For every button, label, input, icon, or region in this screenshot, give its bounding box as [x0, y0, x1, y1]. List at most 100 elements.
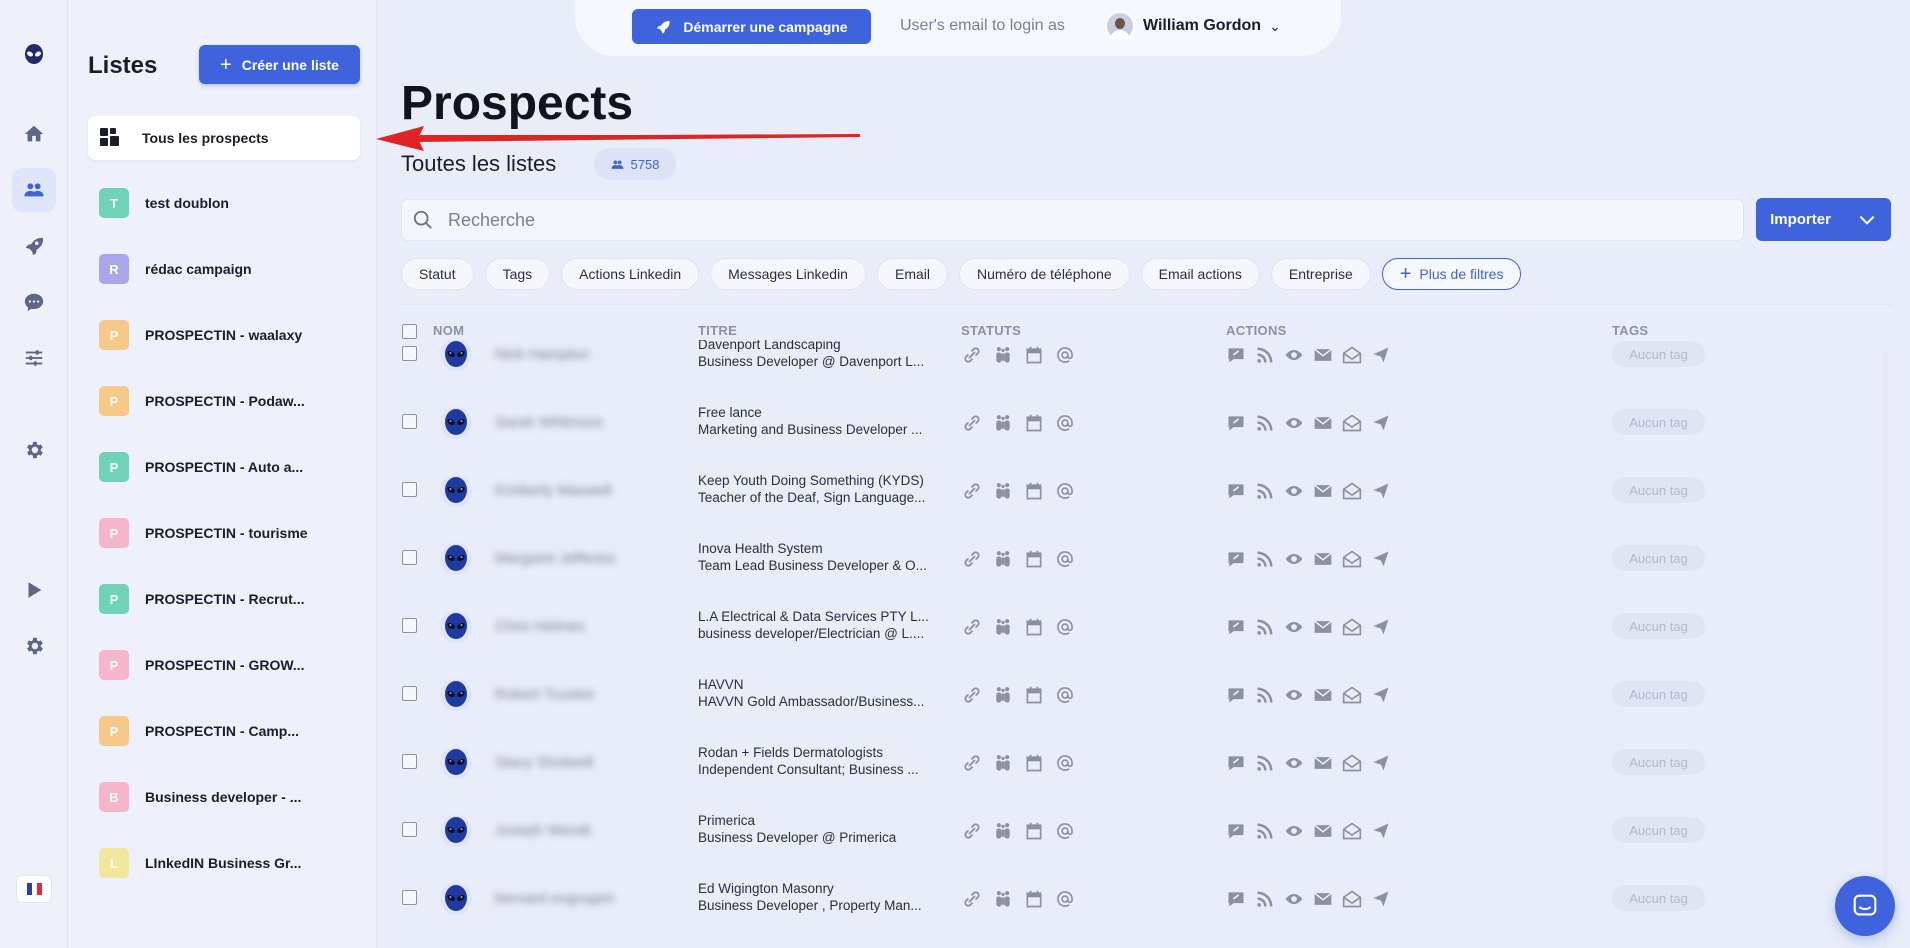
column-title[interactable]: TITRE	[698, 323, 737, 338]
table-row[interactable]: Stacy Shotwell Rodan + Fields Dermatologi…	[401, 728, 1891, 796]
alien-avatar-icon	[440, 340, 472, 371]
list-item[interactable]: P PROSPECTIN - GROW...	[99, 650, 354, 680]
chat-link-icon	[1228, 484, 1244, 499]
prospect-name[interactable]: bernard engrogeri	[495, 890, 614, 907]
table-row[interactable]: Chris Holmes L.A Electrical & Data Servic…	[401, 592, 1891, 660]
list-item[interactable]: Ttest doublon	[99, 188, 354, 218]
home-icon[interactable]	[12, 112, 56, 156]
calendar-icon	[1026, 754, 1042, 772]
column-name[interactable]: NOM	[433, 323, 464, 338]
start-campaign-button[interactable]: Démarrer une campagne	[632, 9, 871, 44]
list-item[interactable]: P PROSPECTIN - waalaxy	[99, 320, 354, 350]
eye-icon	[1285, 418, 1303, 428]
list-item[interactable]: P PROSPECTIN - Podaw...	[99, 386, 354, 416]
row-checkbox[interactable]	[402, 890, 417, 905]
column-actions[interactable]: ACTIONS	[1226, 323, 1287, 338]
messages-icon[interactable]	[12, 280, 56, 324]
row-checkbox[interactable]	[402, 482, 417, 497]
list-item[interactable]: B Business developer - ...	[99, 782, 354, 812]
search-icon	[413, 210, 432, 229]
row-checkbox[interactable]	[402, 414, 417, 429]
chat-link-icon	[1228, 824, 1244, 839]
search-input[interactable]	[448, 209, 1648, 231]
send-icon	[1373, 347, 1389, 363]
list-item[interactable]: P PROSPECTIN - tourisme	[99, 518, 354, 548]
table-row[interactable]: Sarah Whitmore Free lance Marketing and Bu…	[401, 388, 1891, 456]
row-checkbox[interactable]	[402, 822, 417, 837]
table-row[interactable]: Kimberly Maxwell Keep Youth Doing Somethi…	[401, 456, 1891, 524]
rocket-icon[interactable]	[12, 224, 56, 268]
list-item[interactable]: L LInkedIN Business Gr...	[99, 848, 354, 878]
all-prospects-item[interactable]: Tous les prospects	[88, 116, 360, 160]
prospect-name[interactable]: Margaret Jefferies	[495, 550, 616, 567]
list-item[interactable]: P PROSPECTIN - Recrut...	[99, 584, 354, 614]
language-flag-fr[interactable]	[16, 875, 52, 903]
list-name: Business developer - ...	[145, 789, 302, 805]
rss-icon	[1257, 347, 1273, 363]
prospects-icon[interactable]	[12, 168, 56, 212]
link-icon	[964, 415, 980, 431]
filter-chip[interactable]: Actions Linkedin	[561, 258, 700, 290]
filter-chip[interactable]: Entreprise	[1270, 258, 1371, 290]
start-campaign-label: Démarrer une campagne	[683, 18, 848, 35]
more-filters-button[interactable]: + Plus de filtres	[1381, 258, 1522, 290]
user-menu[interactable]: William Gordon ⌄	[1105, 11, 1281, 41]
table-row[interactable]: Robert Trustee HAVVN HAVVN Gold Ambassador…	[401, 660, 1891, 728]
prospect-name[interactable]: Robert Trustee	[495, 686, 594, 703]
eye-icon	[1285, 894, 1303, 904]
prospect-position: business developer/Electrician @ L....	[698, 626, 925, 641]
table-row[interactable]: bernard engrogeri Ed Wigington Masonry Bus…	[401, 864, 1891, 932]
table-row[interactable]: Joseph Wendt Primerica Business Developer …	[401, 796, 1891, 864]
row-checkbox[interactable]	[402, 754, 417, 769]
filter-chip[interactable]: Email	[876, 258, 948, 290]
sliders-icon[interactable]	[12, 336, 56, 380]
table-row[interactable]: Nick Hampton Davenport Landscaping Busines…	[401, 340, 1891, 388]
prospect-name[interactable]: Joseph Wendt	[495, 822, 591, 839]
settings-gear-icon[interactable]	[12, 624, 56, 668]
create-list-button[interactable]: + Créer une liste	[199, 45, 360, 84]
prospect-name[interactable]: Kimberly Maxwell	[495, 482, 612, 499]
prospect-name[interactable]: Nick Hampton	[495, 346, 589, 363]
filter-chip[interactable]: Messages Linkedin	[710, 258, 866, 290]
filter-chip[interactable]: Email actions	[1140, 258, 1260, 290]
list-name: PROSPECTIN - GROW...	[145, 657, 305, 673]
column-tags[interactable]: TAGS	[1612, 323, 1648, 338]
chat-support-button[interactable]	[1835, 876, 1895, 936]
at-sign-icon	[1057, 823, 1073, 839]
table-row[interactable]: Margaret Jefferies Inova Health System Tea…	[401, 524, 1891, 592]
action-icons	[1225, 345, 1392, 365]
play-icon[interactable]	[12, 568, 56, 612]
action-icons	[1225, 413, 1392, 433]
filter-chip[interactable]: Statut	[401, 258, 474, 290]
row-checkbox[interactable]	[402, 686, 417, 701]
login-as-text[interactable]: User's email to login as	[900, 17, 1065, 35]
mail-open-icon	[1342, 550, 1362, 568]
select-all-checkbox[interactable]	[402, 324, 417, 339]
filter-chip[interactable]: Numéro de téléphone	[959, 258, 1130, 290]
dashboard-grid-icon	[100, 128, 120, 148]
rss-icon	[1257, 483, 1273, 499]
rss-icon	[1257, 619, 1273, 635]
alien-logo-icon[interactable]	[22, 43, 46, 67]
status-icons	[961, 345, 1076, 365]
prospect-name[interactable]: Sarah Whitmore	[495, 414, 603, 431]
prospect-name[interactable]: Chris Holmes	[495, 618, 585, 635]
tag-badge: Aucun tag	[1612, 545, 1705, 571]
prospect-position: Independent Consultant; Business ...	[698, 762, 919, 777]
row-checkbox[interactable]	[402, 346, 417, 361]
filter-chip[interactable]: Tags	[484, 258, 551, 290]
scrollbar[interactable]	[1883, 352, 1887, 948]
user-name: William Gordon	[1143, 17, 1262, 34]
mail-open-icon	[1342, 686, 1362, 704]
list-item[interactable]: P PROSPECTIN - Auto a...	[99, 452, 354, 482]
prospect-position: Business Developer @ Primerica	[698, 830, 897, 845]
list-item[interactable]: P PROSPECTIN - Camp...	[99, 716, 354, 746]
prospect-name[interactable]: Stacy Shotwell	[495, 754, 593, 771]
list-item[interactable]: Rrédac campaign	[99, 254, 354, 284]
row-checkbox[interactable]	[402, 550, 417, 565]
lists-title: Listes	[88, 52, 158, 79]
settings-gear-icon[interactable]	[12, 428, 56, 472]
import-button[interactable]: Importer	[1756, 198, 1891, 241]
row-checkbox[interactable]	[402, 618, 417, 633]
column-status[interactable]: STATUTS	[961, 323, 1021, 338]
